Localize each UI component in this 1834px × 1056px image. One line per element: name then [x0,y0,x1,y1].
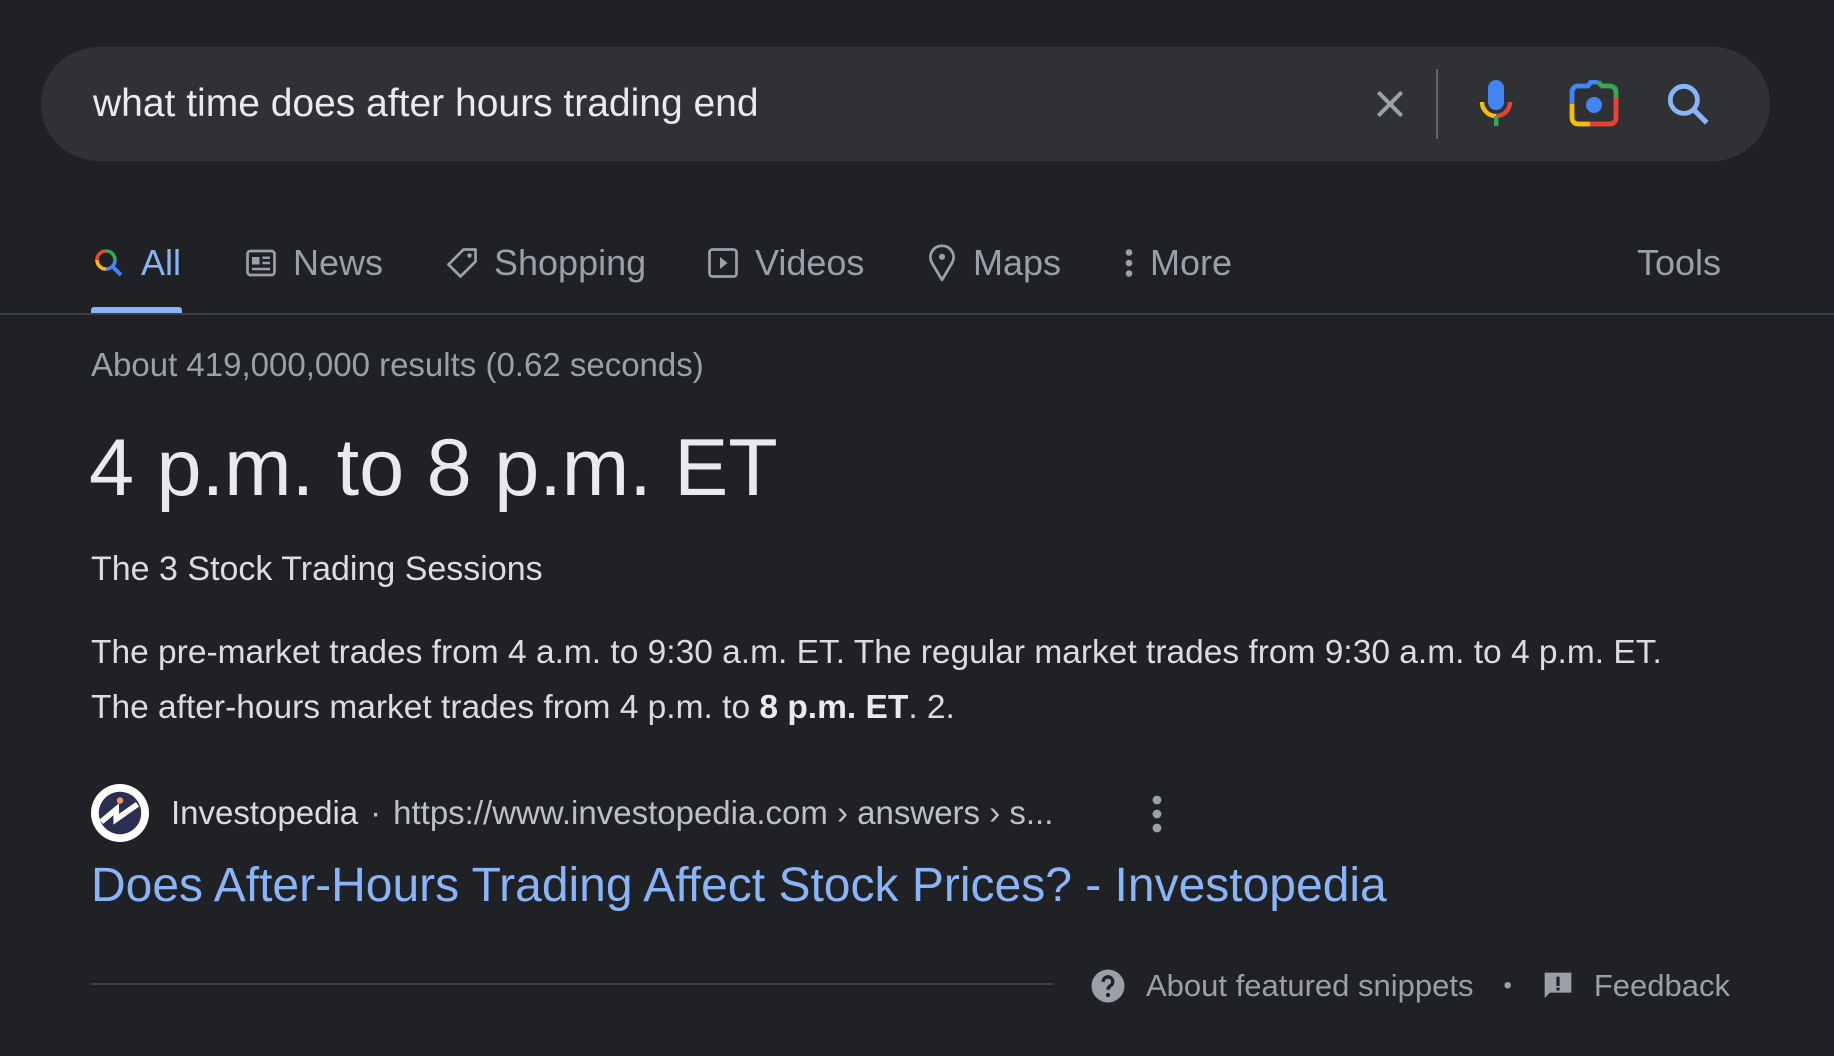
search-button[interactable] [1661,77,1715,131]
play-icon [708,248,738,278]
footer-bullet: • [1503,972,1512,999]
tab-maps[interactable]: Maps [925,238,1061,288]
result-stats: About 419,000,000 results (0.62 seconds) [91,346,704,383]
tag-icon [447,248,477,278]
tools-label: Tools [1637,242,1722,283]
snippet-heading: The 3 Stock Trading Sessions [91,550,543,588]
tab-shopping[interactable]: Shopping [444,238,646,288]
search-bar-divider [1436,69,1438,139]
help-icon [1091,969,1125,1003]
search-tabs: All News Shopping Videos Maps More Tools [0,220,1834,314]
result-options-button[interactable] [1145,794,1169,834]
tab-all[interactable]: All [91,238,181,288]
source-separator: · [370,794,382,831]
search-input[interactable] [93,47,1323,161]
tab-more[interactable]: More [1122,238,1232,288]
tools-button[interactable]: Tools [1637,238,1721,288]
voice-search-button[interactable] [1469,77,1523,131]
feedback-label: Feedback [1593,968,1730,1003]
source-url: https://www.investopedia.com › answers ›… [393,794,1054,831]
vertical-dots-icon [1125,249,1133,277]
search-icon [1667,83,1709,125]
tab-label: Videos [755,242,865,283]
tab-label: News [293,242,384,283]
snippet-text-end: . 2. [908,689,955,726]
feedback-icon [1544,972,1572,998]
source-site-name: Investopedia [171,794,359,831]
search-bar [41,47,1770,161]
investopedia-favicon [91,784,149,842]
tab-label: All [141,242,182,283]
vertical-dots-icon [1152,795,1162,833]
snippet-body: The pre-market trades from 4 a.m. to 9:3… [91,625,1691,735]
investopedia-logo-icon [98,791,142,835]
tabs-divider [0,313,1834,315]
tab-label: More [1150,242,1233,283]
snippet-highlight: 8 p.m. ET [759,689,909,726]
camera-lens-icon [1569,80,1619,127]
tab-label: Maps [973,242,1062,283]
news-icon [246,249,276,277]
about-featured-snippets-link[interactable]: About featured snippets [1090,968,1473,1004]
about-label: About featured snippets [1146,968,1474,1003]
clear-search-button[interactable] [1363,77,1417,131]
image-search-button[interactable] [1567,77,1621,131]
tab-label: Shopping [494,242,647,283]
footer-divider [91,983,1053,985]
snippet-source[interactable]: Investopedia · https://www.investopedia.… [91,784,1053,842]
snippet-footer: About featured snippets • Feedback [1090,966,1730,1006]
microphone-icon [1479,80,1513,126]
search-icon [95,249,123,277]
close-icon [1376,90,1404,118]
featured-answer: 4 p.m. to 8 p.m. ET [89,423,778,513]
map-pin-icon [929,244,955,282]
tab-news[interactable]: News [243,238,383,288]
result-title-link[interactable]: Does After-Hours Trading Affect Stock Pr… [91,858,1387,913]
feedback-link[interactable]: Feedback [1542,968,1730,1004]
tab-videos[interactable]: Videos [705,238,864,288]
